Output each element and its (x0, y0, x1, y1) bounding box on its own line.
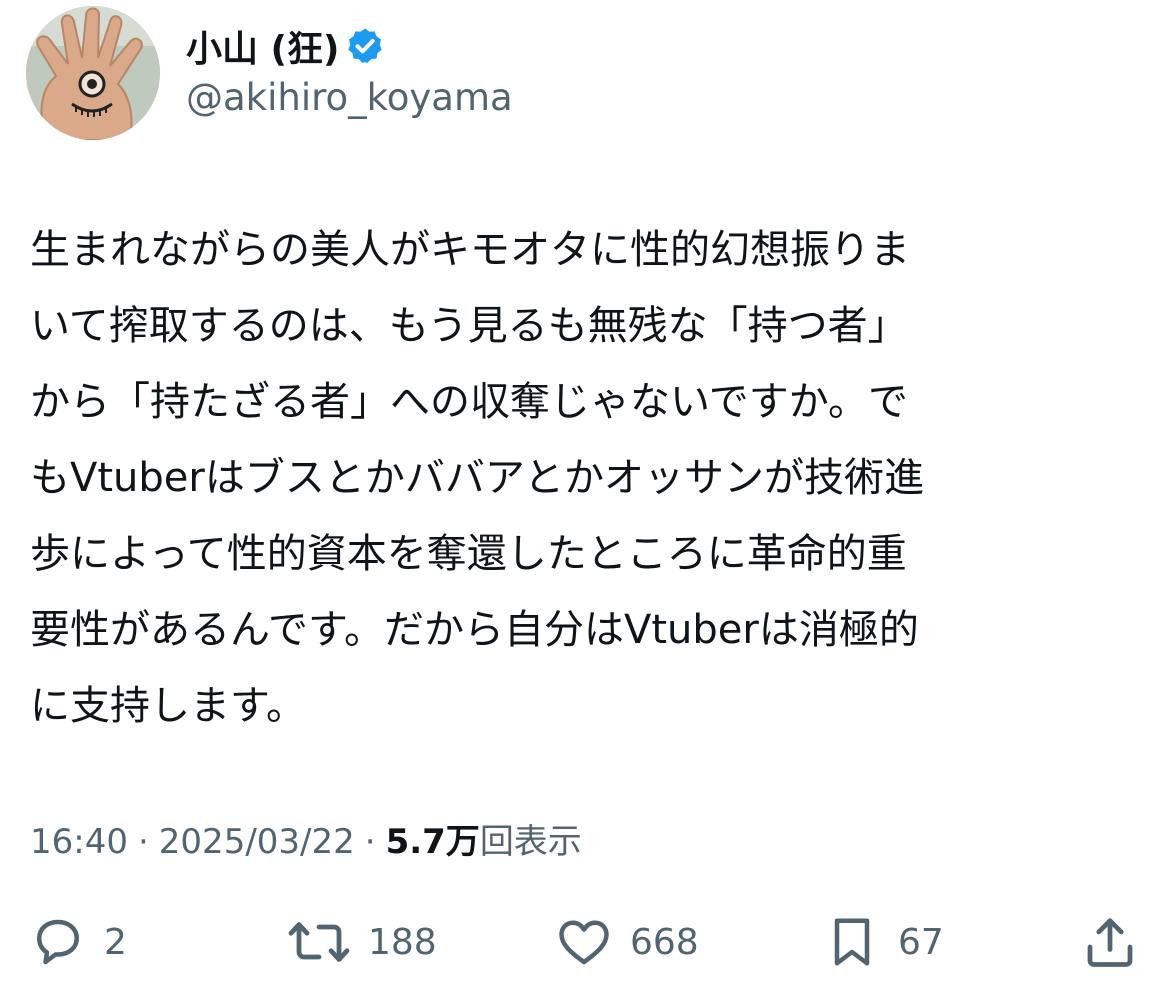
tweet-text-line: から「持たざる者」への収奪じゃないですか。で (30, 379, 908, 425)
tweet-text-line: もVtuberはブスとかババアとかオッサンが技術進 (30, 455, 925, 501)
tweet-meta: 16:40 · 2025/03/22 · 5.7万 回表示 (30, 814, 582, 863)
retweet-button[interactable]: 188 (286, 906, 437, 978)
verified-badge-icon (348, 28, 383, 63)
views-count[interactable]: 5.7万 (386, 814, 480, 863)
meta-separator: · (364, 822, 376, 862)
bookmark-count: 67 (898, 921, 944, 963)
tweet-date[interactable]: 2025/03/22 (159, 822, 355, 862)
heart-icon (559, 920, 609, 965)
like-button[interactable]: 668 (554, 906, 699, 978)
reply-bubble-icon (37, 919, 79, 965)
tweet-time[interactable]: 16:40 (30, 822, 128, 862)
action-bar: 2 188 668 67 (0, 906, 1170, 978)
hand-eye-avatar-icon (26, 6, 160, 140)
views-label: 回表示 (479, 822, 582, 862)
like-count: 668 (630, 921, 699, 963)
tweet-text-line: に支持します。 (30, 683, 306, 729)
author-handle[interactable]: @akihiro_koyama (186, 76, 513, 119)
reply-count: 2 (104, 921, 127, 963)
reply-button[interactable]: 2 (28, 906, 127, 978)
share-button[interactable] (1080, 906, 1140, 978)
tweet-text-line: いて搾取するのは、もう見るも無残な「持つ者」 (30, 303, 908, 349)
retweet-count: 188 (368, 921, 437, 963)
tweet-text-line: 歩によって性的資本を奪還したところに革命的重 (30, 531, 907, 577)
retweet-icon (288, 922, 350, 962)
tweet-text-line: 生まれながらの美人がキモオタに性的幻想振りま (30, 227, 910, 273)
avatar[interactable] (26, 6, 160, 140)
tweet-text-line: 要性があるんです。だから自分はVtuberは消極的 (30, 607, 919, 653)
meta-separator: · (137, 822, 149, 862)
author-name-row: 小山 (狂) (186, 20, 385, 72)
tweet-card: 小山 (狂) @akihiro_koyama 生まれながらの美人がキモオタに性的… (0, 0, 1170, 996)
share-upload-icon (1087, 918, 1133, 967)
display-name[interactable]: 小山 (狂) (186, 20, 339, 72)
bookmark-button[interactable]: 67 (822, 906, 944, 978)
tweet-text: 生まれながらの美人がキモオタに性的幻想振りま いて搾取するのは、もう見るも無残な… (30, 212, 1140, 744)
bookmark-icon (834, 918, 870, 966)
